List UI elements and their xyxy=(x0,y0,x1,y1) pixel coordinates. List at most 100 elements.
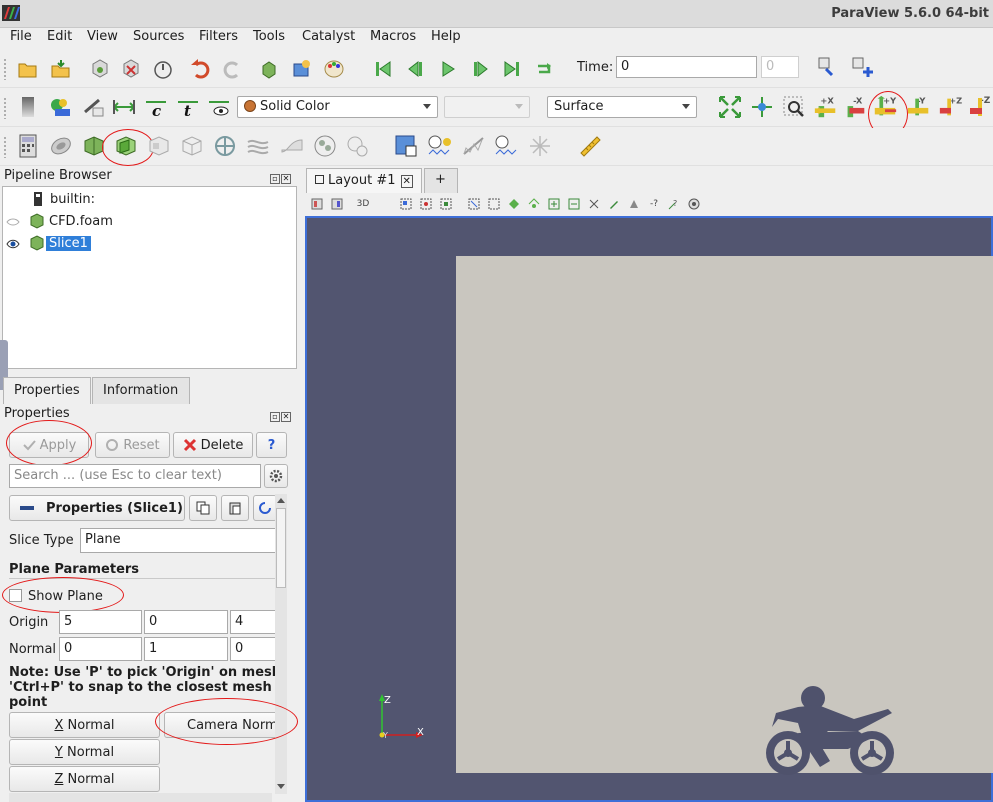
help-button[interactable]: ? xyxy=(256,432,287,458)
select-points-icon[interactable] xyxy=(418,196,434,212)
plot-selection-over-time-icon[interactable] xyxy=(427,133,453,159)
rescale-temporal-range-icon[interactable]: t xyxy=(175,94,201,120)
load-state-icon[interactable] xyxy=(48,56,74,82)
previous-frame-icon[interactable] xyxy=(403,56,429,82)
reset-camera-icon[interactable] xyxy=(717,94,743,120)
view-minus-y-icon[interactable]: -Y xyxy=(906,94,932,120)
eye-hidden-icon[interactable] xyxy=(6,218,20,226)
properties-section-toggle[interactable]: Properties (Slice1) xyxy=(9,495,185,521)
view-plus-x-icon[interactable]: +X xyxy=(813,94,839,120)
search-input[interactable]: Search ... (use Esc to clear text) xyxy=(9,464,261,488)
pipeline-item-builtin[interactable]: builtin: xyxy=(33,189,95,209)
origin-y-field[interactable]: 0 xyxy=(144,610,228,634)
contour-icon[interactable] xyxy=(48,133,74,159)
horizontal-scrollbar[interactable] xyxy=(9,793,272,802)
camera-link-icon[interactable] xyxy=(815,54,841,80)
hover-points-icon[interactable] xyxy=(526,196,542,212)
disconnect-icon[interactable] xyxy=(118,56,144,82)
close-icon[interactable]: ✕ xyxy=(400,175,413,188)
origin-z-field[interactable]: 4 xyxy=(230,610,275,634)
menu-tools[interactable]: Tools xyxy=(253,29,285,44)
toolbar-grip[interactable] xyxy=(3,58,7,80)
extract-subset-icon[interactable] xyxy=(179,133,205,159)
view-minus-x-icon[interactable]: -X xyxy=(842,94,868,120)
menu-help[interactable]: Help xyxy=(431,29,461,44)
menu-file[interactable]: File xyxy=(10,29,32,44)
probe-location-icon[interactable] xyxy=(527,133,553,159)
y-normal-button[interactable]: Y Normal xyxy=(9,739,160,765)
delete-button[interactable]: Delete xyxy=(173,432,253,458)
close-icon[interactable]: ✕ xyxy=(281,412,291,422)
normal-y-field[interactable]: 1 xyxy=(144,637,228,661)
palette-icon[interactable] xyxy=(322,56,348,82)
zoom-to-box-icon[interactable] xyxy=(781,94,807,120)
menu-filters[interactable]: Filters xyxy=(199,29,238,44)
add-camera-link-icon[interactable] xyxy=(849,54,875,80)
reset-range-icon[interactable] xyxy=(80,94,106,120)
view-plus-z-icon[interactable]: +Z xyxy=(938,94,964,120)
find-data-icon[interactable] xyxy=(289,56,315,82)
menu-view[interactable]: View xyxy=(87,29,118,44)
component-select[interactable] xyxy=(444,96,530,118)
loop-icon[interactable] xyxy=(531,56,557,82)
tab-layout-1[interactable]: Layout #1 ✕ xyxy=(306,168,422,193)
query-icon[interactable]: -? xyxy=(646,196,662,212)
capture-screenshot-icon[interactable] xyxy=(686,196,702,212)
view-3d-toggle[interactable]: 3D xyxy=(352,196,374,212)
refresh-button[interactable] xyxy=(253,495,277,521)
group-datasets-icon[interactable] xyxy=(312,133,338,159)
time-step-spinbox[interactable]: 0 xyxy=(761,56,799,78)
grow-selection-icon[interactable] xyxy=(546,196,562,212)
select-frustum-icon[interactable] xyxy=(438,196,454,212)
pipeline-item-cfd-foam[interactable]: CFD.foam xyxy=(29,211,113,231)
copy-button[interactable] xyxy=(189,495,217,521)
edit-color-map-icon[interactable] xyxy=(47,94,73,120)
ruler-icon[interactable] xyxy=(577,133,603,159)
representation-select[interactable]: Surface xyxy=(547,96,697,118)
reset-button[interactable]: Reset xyxy=(95,432,170,458)
menu-sources[interactable]: Sources xyxy=(133,29,184,44)
close-icon[interactable]: ✕ xyxy=(281,174,291,184)
warp-by-vector-icon[interactable] xyxy=(279,133,305,159)
undo-icon[interactable] xyxy=(188,56,214,82)
hover-cells-icon[interactable] xyxy=(506,196,522,212)
clear-selection-icon[interactable] xyxy=(586,196,602,212)
eye-visible-icon[interactable] xyxy=(6,239,20,249)
glyph-icon[interactable] xyxy=(212,133,238,159)
edit-selection-icon[interactable] xyxy=(606,196,622,212)
menu-edit[interactable]: Edit xyxy=(47,29,72,44)
select-cells-icon[interactable] xyxy=(398,196,414,212)
z-normal-button[interactable]: Z Normal xyxy=(9,766,160,792)
stream-tracer-icon[interactable] xyxy=(245,133,271,159)
play-icon[interactable] xyxy=(435,56,461,82)
toolbar-grip[interactable] xyxy=(3,97,7,119)
zoom-to-data-icon[interactable] xyxy=(749,94,775,120)
plot-data-over-time-icon[interactable] xyxy=(494,133,520,159)
normal-x-field[interactable]: 0 xyxy=(59,637,142,661)
tab-properties[interactable]: Properties xyxy=(3,377,91,404)
shrink-selection-icon[interactable] xyxy=(566,196,582,212)
scroll-thumb[interactable] xyxy=(276,508,286,588)
redo-icon[interactable] xyxy=(219,56,245,82)
properties-scrollbar[interactable] xyxy=(275,494,287,794)
rescale-visible-range-icon[interactable] xyxy=(207,94,233,120)
plot-over-line-icon[interactable] xyxy=(461,133,487,159)
slice-type-select[interactable]: Plane xyxy=(80,528,275,553)
extract-level-icon[interactable] xyxy=(344,133,370,159)
split-vertical-icon[interactable] xyxy=(329,196,345,212)
menu-catalyst[interactable]: Catalyst xyxy=(302,29,355,44)
coloring-select[interactable]: Solid Color xyxy=(237,96,438,118)
auto-apply-icon[interactable] xyxy=(150,56,176,82)
view-minus-z-icon[interactable]: -Z xyxy=(968,94,993,120)
scroll-down-icon[interactable] xyxy=(277,784,285,789)
paste-button[interactable] xyxy=(221,495,249,521)
normal-z-field[interactable]: 0 xyxy=(230,637,275,661)
x-normal-button[interactable]: X Normal xyxy=(9,712,160,738)
pipeline-item-slice1[interactable]: Slice1 xyxy=(29,233,91,253)
reset-session-icon[interactable] xyxy=(257,56,283,82)
menu-macros[interactable]: Macros xyxy=(370,29,416,44)
last-frame-icon[interactable] xyxy=(499,56,525,82)
scroll-up-icon[interactable] xyxy=(277,498,285,503)
time-input[interactable]: 0 xyxy=(616,56,757,78)
add-layout-tab[interactable]: + xyxy=(424,168,458,193)
